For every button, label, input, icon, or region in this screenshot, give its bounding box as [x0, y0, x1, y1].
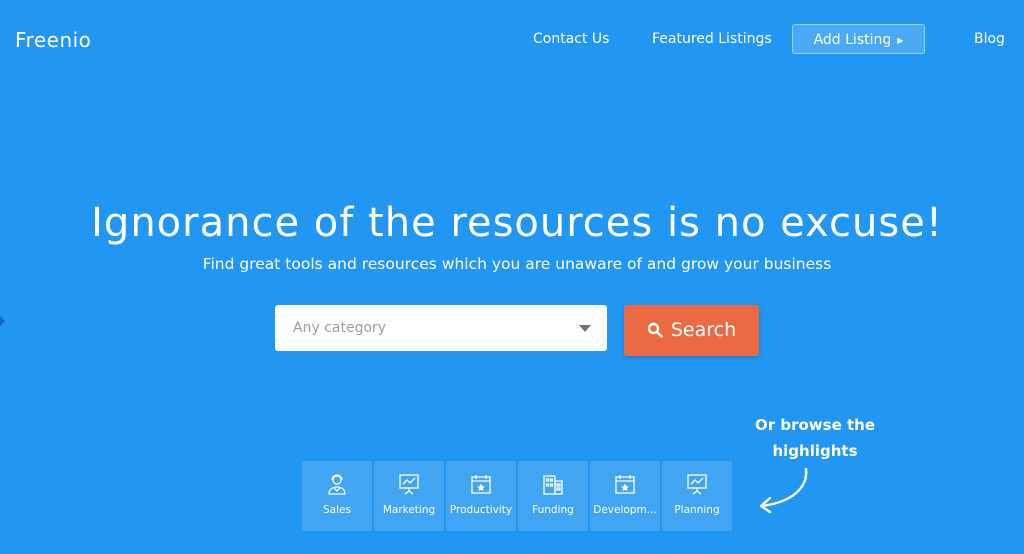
browse-line-2: highlights: [772, 442, 858, 460]
category-select-placeholder: Any category: [293, 320, 387, 336]
browse-line-1: Or browse the: [755, 416, 876, 434]
side-arrow-icon: [0, 316, 5, 326]
search-button[interactable]: Search: [624, 305, 759, 356]
category-tile-planning[interactable]: Planning: [662, 461, 732, 531]
category-label: Sales: [323, 504, 351, 516]
category-tile-funding[interactable]: Funding: [518, 461, 588, 531]
browse-highlights-text: Or browse the highlights: [755, 412, 875, 464]
calendar-star-icon: [615, 475, 635, 494]
hero-title: Ignorance of the resources is no excuse!: [91, 200, 943, 246]
category-tile-development[interactable]: Developm...: [590, 461, 660, 531]
nav-contact-us[interactable]: Contact Us: [533, 24, 609, 54]
top-nav: Contact Us Featured Listings Add Listing…: [0, 24, 1024, 54]
category-label: Planning: [674, 504, 720, 516]
category-label: Funding: [532, 504, 574, 516]
search-button-label: Search: [670, 319, 737, 341]
category-label: Marketing: [382, 504, 436, 516]
calendar-star-icon: [471, 475, 491, 494]
caret-right-icon: ▶: [897, 36, 904, 45]
support-agent-icon: [328, 474, 346, 495]
category-tile-sales[interactable]: Sales: [302, 461, 372, 531]
presentation-chart-icon: [687, 474, 707, 495]
nav-featured-listings[interactable]: Featured Listings: [652, 24, 772, 54]
category-tile-productivity[interactable]: Productivity: [446, 461, 516, 531]
category-label: Developm...: [593, 504, 657, 516]
category-select[interactable]: Any category: [275, 305, 607, 351]
category-label: Productivity: [449, 504, 513, 516]
building-icon: [543, 475, 563, 495]
search-icon: [647, 322, 663, 338]
nav-blog[interactable]: Blog: [974, 24, 1005, 54]
presentation-chart-icon: [399, 474, 419, 495]
chevron-down-icon: [579, 325, 591, 332]
hero-subtitle: Find great tools and resources which you…: [202, 255, 832, 273]
add-listing-label: Add Listing: [813, 32, 892, 48]
add-listing-button[interactable]: Add Listing ▶: [792, 24, 925, 54]
curved-arrow-icon: [759, 467, 808, 514]
category-tile-marketing[interactable]: Marketing: [374, 461, 444, 531]
